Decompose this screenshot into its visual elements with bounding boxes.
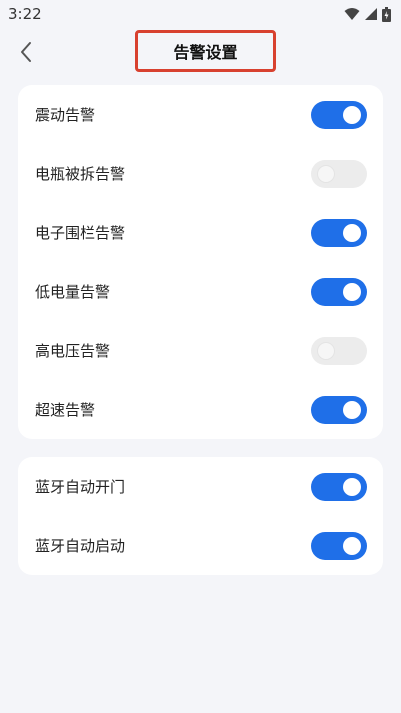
back-button[interactable] (10, 36, 42, 68)
toggle-knob (317, 164, 335, 183)
header: 告警设置 (0, 28, 401, 76)
bluetooth-settings-card: 蓝牙自动开门 蓝牙自动启动 (18, 457, 383, 575)
toggle-knob (343, 400, 361, 419)
toggle-knob (343, 477, 361, 496)
bluetooth-auto-start-toggle[interactable] (311, 531, 367, 560)
toggle-knob (343, 223, 361, 242)
row-label: 高电压告警 (35, 342, 111, 360)
row-label: 蓝牙自动开门 (35, 478, 126, 496)
signal-icon (364, 7, 378, 21)
status-bar: 3:22 (0, 0, 401, 28)
battery-removed-alarm-toggle[interactable] (311, 159, 367, 188)
toggle-knob (343, 282, 361, 301)
alarm-row-geofence: 电子围栏告警 (18, 203, 383, 262)
bluetooth-row-auto-start: 蓝牙自动启动 (18, 516, 383, 575)
overspeed-alarm-toggle[interactable] (311, 395, 367, 424)
page-title: 告警设置 (135, 30, 276, 72)
row-label: 电子围栏告警 (35, 224, 126, 242)
status-time: 3:22 (8, 5, 42, 23)
toggle-knob (317, 341, 335, 360)
alarm-row-low-battery: 低电量告警 (18, 262, 383, 321)
alarm-row-battery-removed: 电瓶被拆告警 (18, 144, 383, 203)
alarm-row-overspeed: 超速告警 (18, 380, 383, 439)
row-label: 超速告警 (35, 401, 96, 419)
geofence-alarm-toggle[interactable] (311, 218, 367, 247)
row-label: 震动告警 (35, 106, 96, 124)
alarm-row-high-voltage: 高电压告警 (18, 321, 383, 380)
toggle-knob (343, 536, 361, 555)
wifi-icon (344, 7, 360, 21)
alarm-settings-card: 震动告警 电瓶被拆告警 电子围栏告警 低电量告警 高电压告警 超速告警 (18, 85, 383, 439)
bluetooth-row-auto-unlock: 蓝牙自动开门 (18, 457, 383, 516)
battery-icon (382, 6, 391, 22)
toggle-knob (343, 105, 361, 124)
low-battery-alarm-toggle[interactable] (311, 277, 367, 306)
bluetooth-auto-unlock-toggle[interactable] (311, 472, 367, 501)
row-label: 电瓶被拆告警 (35, 165, 126, 183)
vibration-alarm-toggle[interactable] (311, 100, 367, 129)
alarm-row-vibration: 震动告警 (18, 85, 383, 144)
chevron-left-icon (21, 42, 31, 62)
status-icons (344, 6, 391, 22)
high-voltage-alarm-toggle[interactable] (311, 336, 367, 365)
row-label: 低电量告警 (35, 283, 111, 301)
row-label: 蓝牙自动启动 (35, 537, 126, 555)
